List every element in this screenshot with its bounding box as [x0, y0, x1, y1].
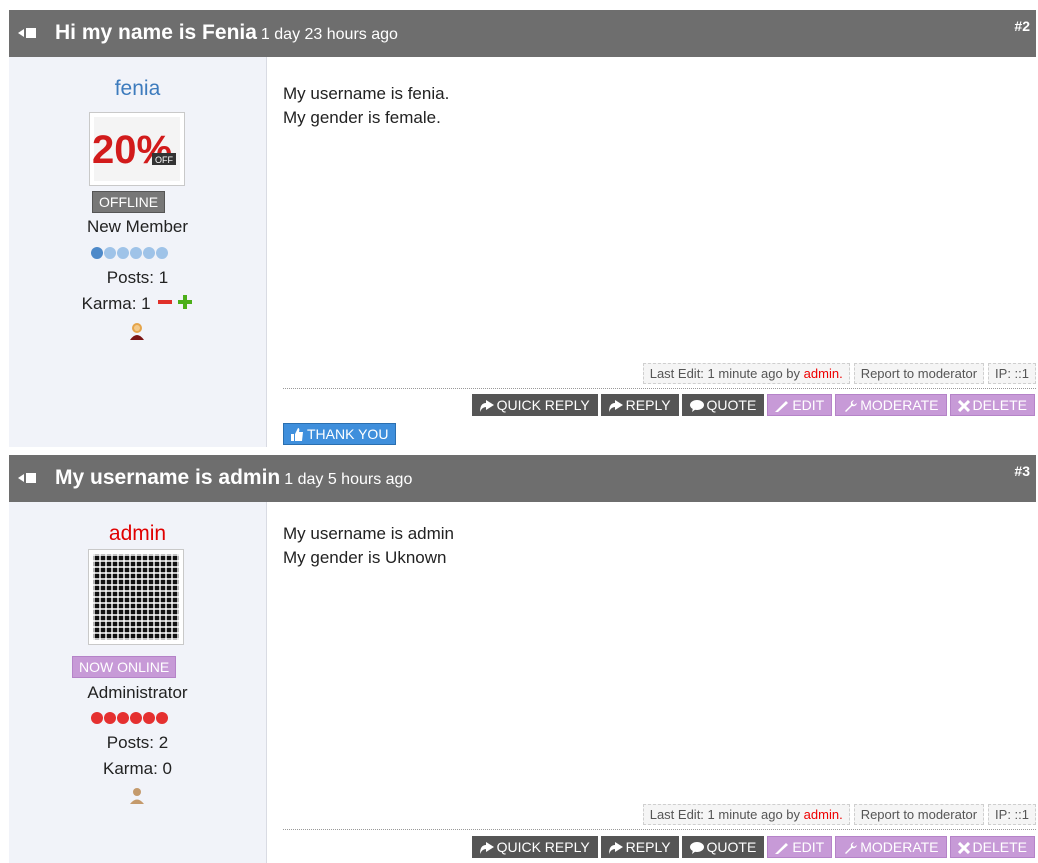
reply-button[interactable]: REPLY	[600, 394, 679, 416]
post-meta-bar: Last Edit: 1 minute ago by admin. Report …	[639, 804, 1036, 826]
forum-topic: Hi my name is Fenia 1 day 23 hours ago #2…	[0, 0, 1038, 863]
post-time: 1 day 23 hours ago	[260, 26, 398, 43]
post-count: Posts: 1	[106, 268, 169, 287]
post-number[interactable]: #3	[1014, 463, 1030, 479]
post-2: Hi my name is Fenia 1 day 23 hours ago #2…	[9, 10, 1036, 447]
karma-label: Karma: 1	[81, 294, 151, 313]
quick-reply-button[interactable]: QUICK REPLY	[471, 394, 598, 416]
post-actions: QUICK REPLY REPLY QUOTE EDIT MODERATE DELETE	[469, 836, 1035, 858]
report-to-moderator-link[interactable]: Report to moderator	[853, 363, 985, 384]
wrench-icon	[845, 400, 858, 412]
reply-button[interactable]: REPLY	[600, 836, 679, 858]
ip-address: IP: ::1	[988, 804, 1036, 825]
post-toggle-icon[interactable]	[18, 471, 40, 485]
reply-arrow-icon	[479, 400, 494, 412]
quick-reply-button[interactable]: QUICK REPLY	[471, 836, 598, 858]
post-time: 1 day 5 hours ago	[284, 471, 413, 488]
report-to-moderator-link[interactable]: Report to moderator	[853, 804, 985, 825]
reply-arrow-icon	[608, 400, 623, 412]
divider	[283, 388, 1036, 389]
author-panel: fenia 20% OFF OFFLINE New Member Posts: …	[9, 57, 267, 447]
divider	[283, 829, 1036, 830]
karma-minus-icon[interactable]	[157, 294, 173, 310]
speech-bubble-icon	[689, 842, 704, 854]
pencil-icon	[775, 843, 789, 854]
avatar-subtext: OFF	[155, 155, 173, 165]
rank-stars	[9, 710, 266, 726]
post-number[interactable]: #2	[1014, 18, 1030, 34]
ip-address: IP: ::1	[988, 363, 1036, 384]
author-username[interactable]: admin	[9, 522, 266, 546]
wrench-icon	[845, 842, 858, 854]
post-title: My username is admin 1 day 5 hours ago	[55, 466, 413, 489]
post-toggle-icon[interactable]	[18, 26, 40, 40]
status-badge: OFFLINE	[92, 191, 166, 213]
author-username[interactable]: fenia	[9, 77, 266, 101]
female-gender-icon	[129, 322, 145, 340]
quote-button[interactable]: QUOTE	[681, 394, 765, 416]
thank-you-button[interactable]: THANK YOU	[283, 423, 397, 445]
delete-button[interactable]: DELETE	[949, 836, 1035, 858]
post-header: My username is admin 1 day 5 hours ago #3	[9, 455, 1036, 502]
message-line: My gender is female.	[283, 108, 441, 127]
reply-arrow-icon	[608, 842, 623, 854]
message-line: My username is admin	[283, 524, 455, 543]
pencil-icon	[775, 401, 789, 412]
message-line: My username is fenia.	[283, 84, 450, 103]
karma: Karma: 0	[103, 759, 172, 778]
post-content: My username is fenia. My gender is femal…	[267, 57, 1036, 447]
karma-plus-icon[interactable]	[177, 294, 193, 310]
karma: Karma: 1	[9, 294, 266, 315]
rank-label: Administrator	[87, 683, 188, 702]
status-badge: NOW ONLINE	[72, 656, 177, 678]
avatar[interactable]: 20% OFF	[89, 112, 185, 186]
moderate-button[interactable]: MODERATE	[835, 394, 947, 416]
post-content: My username is admin My gender is Uknown…	[267, 502, 1036, 863]
message-line: My gender is Uknown	[283, 548, 447, 567]
quote-button[interactable]: QUOTE	[681, 836, 765, 858]
edit-button[interactable]: EDIT	[767, 394, 833, 416]
speech-bubble-icon	[689, 400, 704, 412]
post-count: Posts: 2	[106, 733, 169, 752]
delete-button[interactable]: DELETE	[949, 394, 1035, 416]
last-edit: Last Edit: 1 minute ago by admin.	[642, 363, 850, 384]
post-title: Hi my name is Fenia 1 day 23 hours ago	[55, 21, 398, 44]
x-icon	[957, 841, 970, 855]
x-icon	[957, 399, 970, 413]
post-actions: QUICK REPLY REPLY QUOTE EDIT MODERATE DELETE	[469, 394, 1035, 416]
avatar[interactable]	[88, 549, 184, 645]
post-header: Hi my name is Fenia 1 day 23 hours ago #2	[9, 10, 1036, 57]
avatar-text: 20%	[92, 128, 172, 172]
unknown-gender-icon	[129, 786, 145, 804]
last-edit-user[interactable]: admin.	[804, 807, 843, 822]
last-edit: Last Edit: 1 minute ago by admin.	[642, 804, 850, 825]
rank-label: New Member	[86, 217, 189, 236]
last-edit-user[interactable]: admin.	[804, 366, 843, 381]
thumbs-up-icon	[291, 428, 303, 441]
post-meta-bar: Last Edit: 1 minute ago by admin. Report …	[639, 363, 1036, 385]
author-panel: admin NOW ONLINE Administrator Posts: 2 …	[9, 502, 267, 863]
rank-stars	[9, 245, 266, 261]
reply-arrow-icon	[479, 842, 494, 854]
post-3: My username is admin 1 day 5 hours ago #3…	[9, 455, 1036, 863]
edit-button[interactable]: EDIT	[767, 836, 833, 858]
moderate-button[interactable]: MODERATE	[835, 836, 947, 858]
